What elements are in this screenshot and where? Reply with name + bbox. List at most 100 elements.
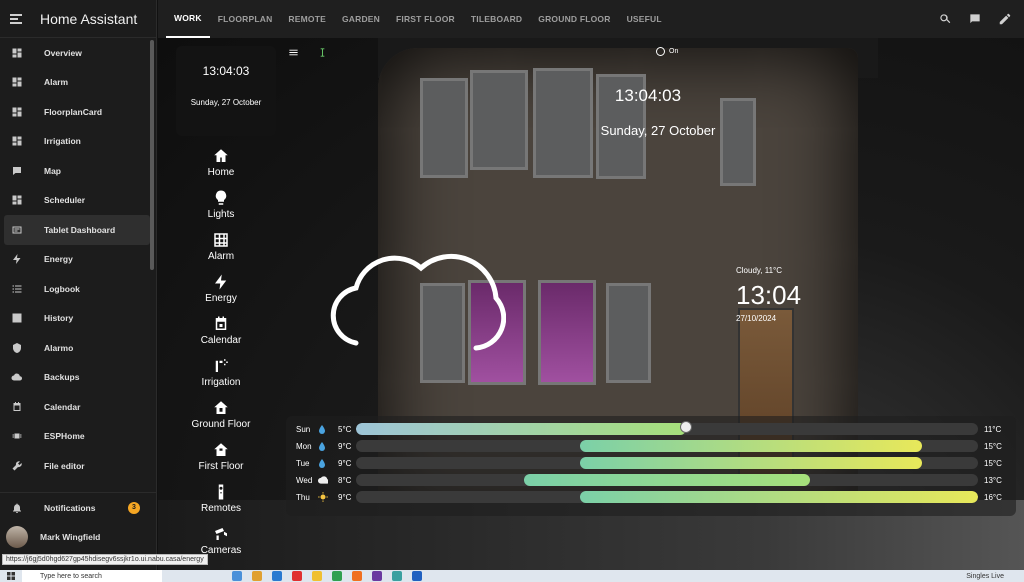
tab-floorplan[interactable]: FLOORPLAN — [210, 0, 281, 38]
menu-icon[interactable] — [288, 47, 299, 58]
on-toggle[interactable]: On — [656, 47, 678, 56]
sidebar-item-label: Irrigation — [44, 136, 81, 147]
app-icon[interactable] — [272, 571, 282, 581]
tab-useful[interactable]: USEFUL — [619, 0, 670, 38]
nav-ground-floor[interactable]: Ground Floor — [186, 388, 256, 430]
forecast-low: 8°C — [338, 475, 352, 485]
taskbar-search[interactable]: Type here to search — [22, 570, 162, 582]
assist-chat-icon[interactable] — [968, 12, 982, 26]
sidebar-item-floorplancard[interactable]: FloorplanCard — [0, 97, 156, 127]
sidebar-item-logbook[interactable]: Logbook — [0, 274, 156, 304]
app-icon[interactable] — [232, 571, 242, 581]
sidebar-item-label: Backups — [44, 372, 80, 383]
menu-toggle-icon[interactable] — [10, 13, 24, 25]
app-icon[interactable] — [372, 571, 382, 581]
temperature-range-bar — [579, 457, 922, 469]
top-bar: WORK FLOORPLAN REMOTE GARDEN FIRST FLOOR TILE… — [158, 0, 1024, 38]
sidebar-item-alarm[interactable]: Alarm — [0, 68, 156, 98]
raindrop-icon — [318, 424, 328, 434]
tab-work[interactable]: WORK — [166, 0, 210, 38]
nav-alarm[interactable]: Alarm — [186, 220, 256, 262]
forecast-low: 9°C — [338, 458, 352, 468]
sidebar-item-label: Logbook — [44, 283, 80, 294]
app-icon[interactable] — [312, 571, 322, 581]
sidebar-item-backups[interactable]: Backups — [0, 363, 156, 393]
forecast-day: Tue — [296, 458, 310, 468]
temperature-range-bar — [523, 474, 811, 486]
nav-first-floor[interactable]: First Floor — [186, 430, 256, 472]
dashboard-icon — [10, 106, 24, 118]
nav-energy[interactable]: Energy — [186, 262, 256, 304]
dashboard-icon — [10, 135, 24, 147]
status-url: https://j6gj5d0hgd627gp45hdisegv6ssjkr1o… — [2, 554, 208, 565]
search-icon[interactable] — [938, 12, 952, 26]
nav-irrigation[interactable]: Irrigation — [186, 346, 256, 388]
forecast-high: 11°C — [984, 424, 1002, 434]
nav-label: Remotes — [200, 503, 241, 514]
notification-count-badge: 3 — [128, 501, 140, 514]
lightning-icon — [10, 253, 24, 265]
panel-date: Sunday, 27 October — [190, 98, 262, 107]
tab-first-floor[interactable]: FIRST FLOOR — [388, 0, 463, 38]
tab-remote[interactable]: REMOTE — [280, 0, 334, 38]
current-temp-knob — [679, 421, 692, 433]
windows-taskbar: Type here to search Singles Live — [0, 570, 1024, 582]
view-controls — [288, 47, 328, 58]
tab-garden[interactable]: GARDEN — [334, 0, 388, 38]
sidebar-item-notifications[interactable]: Notifications 3 — [0, 493, 156, 522]
sidebar-item-irrigation[interactable]: Irrigation — [0, 127, 156, 157]
sidebar-item-label: ESPHome — [44, 431, 85, 442]
sidebar-item-label: Scheduler — [44, 195, 86, 206]
sidebar-item-label: Energy — [44, 254, 73, 265]
sidebar-item-overview[interactable]: Overview — [0, 38, 156, 68]
sidebar-item-energy[interactable]: Energy — [0, 245, 156, 275]
sidebar-item-calendar[interactable]: Calendar — [0, 392, 156, 422]
sidebar-item-alarmo[interactable]: Alarmo — [0, 333, 156, 363]
app-icon[interactable] — [352, 571, 362, 581]
nav-cameras[interactable]: Cameras — [186, 514, 256, 556]
forecast-high: 15°C — [984, 441, 1002, 451]
tab-ground-floor[interactable]: GROUND FLOOR — [530, 0, 618, 38]
forecast-row: Tue 9°C 15°C — [286, 456, 1016, 470]
alarm-icon — [214, 233, 228, 247]
nav-calendar[interactable]: Calendar — [186, 304, 256, 346]
sidebar-item-scheduler[interactable]: Scheduler — [0, 186, 156, 216]
panel-time: 13:04:03 — [202, 64, 250, 78]
nav-home[interactable]: Home — [186, 136, 256, 178]
map-icon — [10, 165, 24, 177]
sun-icon — [318, 492, 328, 502]
lights-icon — [215, 190, 227, 205]
windows-start-icon[interactable] — [0, 570, 22, 582]
sidebar-item-history[interactable]: History — [0, 304, 156, 334]
sidebar-item-user[interactable]: Mark Wingfield — [0, 522, 156, 551]
center-time: 13:04:03 — [614, 86, 682, 105]
app-icon[interactable] — [412, 571, 422, 581]
nav-lights[interactable]: Lights — [186, 178, 256, 220]
nav-label: Ground Floor — [191, 419, 251, 430]
sidebar-item-label: FloorplanCard — [44, 106, 103, 117]
avatar — [6, 525, 28, 548]
app-icon[interactable] — [252, 571, 262, 581]
sidebar-item-tablet-dashboard[interactable]: Tablet Dashboard — [4, 215, 150, 245]
sidebar-item-file-editor[interactable]: File editor — [0, 451, 156, 481]
sidebar-scrollbar[interactable] — [150, 40, 154, 270]
sidebar-item-esphome[interactable]: ESPHome — [0, 422, 156, 452]
cameras-icon — [215, 528, 227, 540]
app-icon[interactable] — [392, 571, 402, 581]
edit-pencil-icon[interactable] — [998, 12, 1012, 26]
temperature-range-bar — [579, 440, 922, 452]
nav-label: Energy — [205, 293, 237, 304]
dashboard-nav: Home Lights Alarm Energy Calendar Irrigation G… — [186, 136, 256, 556]
tab-tileboard[interactable]: TILEBOARD — [463, 0, 530, 38]
sidebar-items: Overview Alarm FloorplanCard Irrigation Map S… — [0, 38, 156, 488]
nav-label: Home — [207, 167, 235, 178]
nav-remotes[interactable]: Remotes — [186, 472, 256, 514]
sidebar-item-label: Alarm — [44, 77, 69, 88]
chart-icon — [10, 312, 24, 324]
nav-label: First Floor — [198, 461, 244, 472]
on-toggle-label: On — [669, 48, 679, 55]
chrome-icon[interactable] — [292, 571, 302, 581]
app-icon[interactable] — [332, 571, 342, 581]
text-cursor-icon[interactable] — [317, 47, 328, 58]
sidebar-item-map[interactable]: Map — [0, 156, 156, 186]
